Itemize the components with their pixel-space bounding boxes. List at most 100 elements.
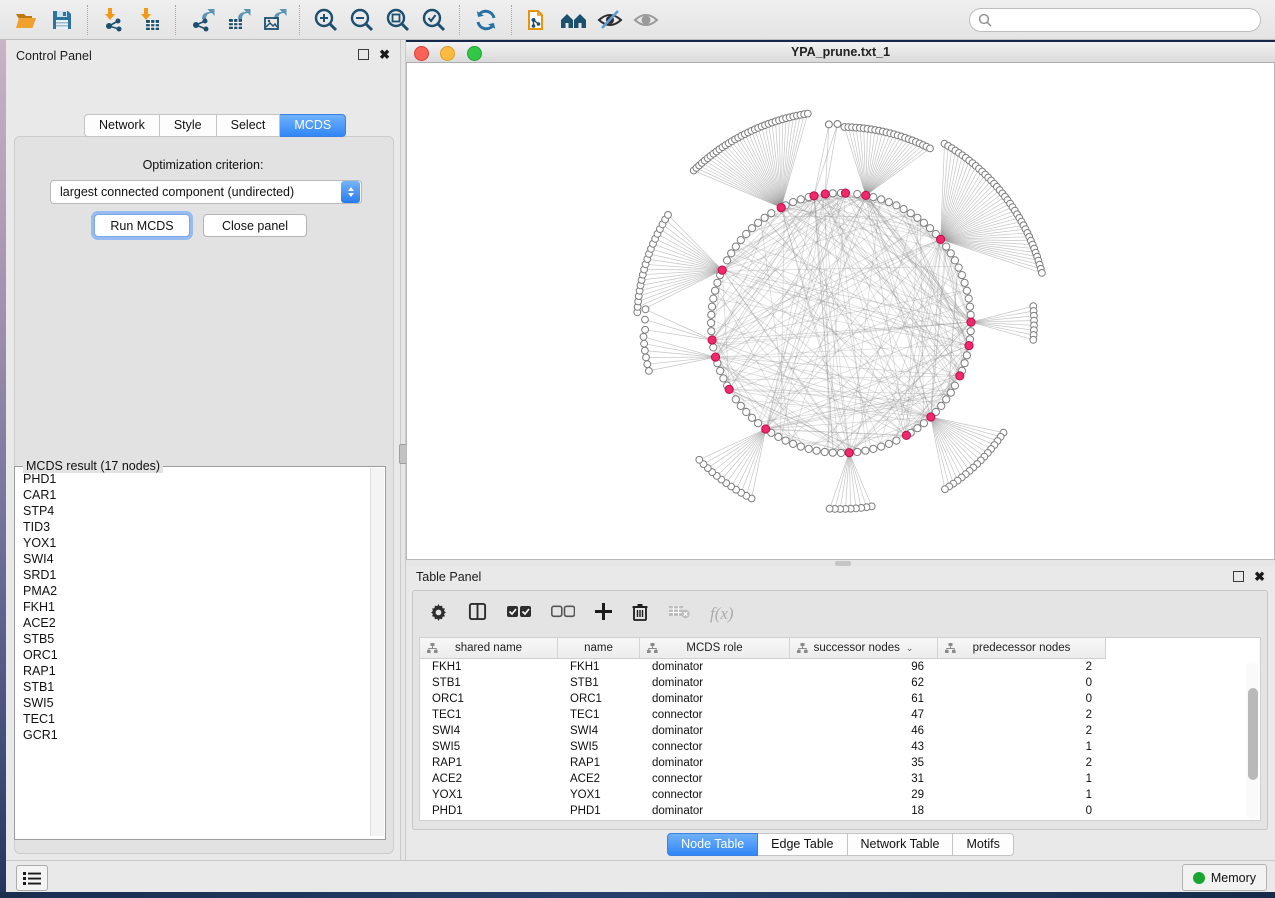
delete-column-icon[interactable] <box>632 603 648 626</box>
tab-node-table[interactable]: Node Table <box>667 833 758 856</box>
mcds-result-list[interactable]: PHD1CAR1STP4TID3YOX1SWI4SRD1PMA2FKH1ACE2… <box>16 471 368 835</box>
select-stepper-icon <box>341 181 360 203</box>
table-row[interactable]: TEC1TEC1connector472 <box>420 707 1260 723</box>
mcds-result-item[interactable]: FKH1 <box>16 599 368 615</box>
table-settings-icon[interactable] <box>429 602 448 626</box>
memory-status-icon <box>1193 872 1205 884</box>
table-panel-title: Table Panel <box>416 570 481 584</box>
hide-selected-icon[interactable] <box>592 4 628 36</box>
column-header-successor-nodes[interactable]: successor nodes⌄ <box>790 638 938 659</box>
table-row[interactable]: FKH1FKH1dominator962 <box>420 659 1260 675</box>
table-row[interactable]: ACE2ACE2connector311 <box>420 771 1260 787</box>
export-network-icon[interactable] <box>184 4 220 36</box>
cell-shared-name: YOX1 <box>420 787 558 803</box>
save-session-icon[interactable] <box>44 4 80 36</box>
column-header-predecessor-nodes[interactable]: predecessor nodes <box>938 638 1106 659</box>
cell-predecessor-nodes: 1 <box>938 771 1106 787</box>
node-table[interactable]: shared namenameMCDS rolesuccessor nodes⌄… <box>419 637 1261 821</box>
table-row[interactable]: PHD1PHD1dominator180 <box>420 803 1260 819</box>
table-row[interactable]: SWI5SWI5connector431 <box>420 739 1260 755</box>
mcds-result-item[interactable]: STB5 <box>16 631 368 647</box>
table-row[interactable]: YOX1YOX1connector291 <box>420 787 1260 803</box>
split-panel-icon[interactable] <box>468 602 487 626</box>
cell-successor-nodes: 18 <box>790 803 938 819</box>
mcds-result-item[interactable]: SWI5 <box>16 695 368 711</box>
toolbar-separator <box>175 5 177 35</box>
mcds-result-item[interactable]: PMA2 <box>16 583 368 599</box>
column-header-name[interactable]: name <box>558 638 640 659</box>
mcds-result-item[interactable]: PHD1 <box>16 471 368 487</box>
mcds-result-item[interactable]: ORC1 <box>16 647 368 663</box>
close-panel-icon[interactable]: ✖ <box>379 49 390 60</box>
import-network-icon[interactable] <box>96 4 132 36</box>
list-icon <box>23 871 41 885</box>
cell-successor-nodes: 35 <box>790 755 938 771</box>
tab-network[interactable]: Network <box>84 114 160 137</box>
mcds-result-item[interactable]: TID3 <box>16 519 368 535</box>
table-card: f(x) shared namenameMCDS rolesuccessor n… <box>412 590 1268 830</box>
export-table-icon[interactable] <box>220 4 256 36</box>
task-history-button[interactable] <box>16 865 48 891</box>
float-panel-icon[interactable] <box>358 49 369 60</box>
table-row[interactable]: RAP1RAP1dominator352 <box>420 755 1260 771</box>
mcds-result-item[interactable]: RAP1 <box>16 663 368 679</box>
table-row[interactable]: ORC1ORC1dominator610 <box>420 691 1260 707</box>
import-table-icon[interactable] <box>132 4 168 36</box>
refresh-layout-icon[interactable] <box>468 4 504 36</box>
add-column-icon[interactable] <box>595 603 612 625</box>
cell-shared-name: PHD1 <box>420 803 558 819</box>
table-row[interactable]: SWI4SWI4dominator462 <box>420 723 1260 739</box>
function-builder-icon[interactable]: f(x) <box>710 604 734 624</box>
zoom-selected-icon[interactable] <box>416 4 452 36</box>
mcds-result-item[interactable]: STP4 <box>16 503 368 519</box>
show-all-icon[interactable] <box>628 4 664 36</box>
column-header-shared-name[interactable]: shared name <box>420 638 558 659</box>
mcds-result-item[interactable]: CAR1 <box>16 487 368 503</box>
select-all-icon[interactable] <box>507 605 531 623</box>
cell-successor-nodes: 31 <box>790 771 938 787</box>
table-row[interactable]: STB1STB1dominator620 <box>420 675 1260 691</box>
open-session-icon[interactable] <box>8 4 44 36</box>
mcds-result-item[interactable]: TEC1 <box>16 711 368 727</box>
zoom-out-icon[interactable] <box>344 4 380 36</box>
cell-MCDS-role: connector <box>640 739 790 755</box>
table-scrollbar-thumb[interactable] <box>1248 688 1258 780</box>
tab-edge-table[interactable]: Edge Table <box>758 833 847 856</box>
search-input[interactable] <box>997 12 1260 28</box>
column-header-MCDS-role[interactable]: MCDS role <box>640 638 790 659</box>
run-mcds-button[interactable]: Run MCDS <box>94 214 190 237</box>
mcds-result-item[interactable]: GCR1 <box>16 727 368 743</box>
mcds-result-item[interactable]: SRD1 <box>16 567 368 583</box>
mcds-result-item[interactable]: SWI4 <box>16 551 368 567</box>
cell-successor-nodes: 62 <box>790 675 938 691</box>
mcds-result-item[interactable]: ACE2 <box>16 615 368 631</box>
zoom-in-icon[interactable] <box>308 4 344 36</box>
close-panel-button[interactable]: Close panel <box>203 214 307 237</box>
tab-mcds[interactable]: MCDS <box>280 114 346 137</box>
mcds-result-item[interactable]: YOX1 <box>16 535 368 551</box>
cell-predecessor-nodes: 0 <box>938 803 1106 819</box>
first-neighbors-icon[interactable] <box>556 4 592 36</box>
network-canvas[interactable] <box>407 63 1274 559</box>
search-box[interactable] <box>969 8 1261 32</box>
network-graph[interactable] <box>407 63 1274 559</box>
deselect-all-icon[interactable] <box>551 605 575 623</box>
network-window-titlebar[interactable]: YPA_prune.txt_1 <box>406 42 1275 63</box>
mcds-result-scrollbar[interactable] <box>370 468 384 836</box>
cell-predecessor-nodes: 1 <box>938 739 1106 755</box>
tab-style[interactable]: Style <box>160 114 217 137</box>
cell-predecessor-nodes: 2 <box>938 723 1106 739</box>
export-image-icon[interactable] <box>256 4 292 36</box>
delete-table-icon[interactable] <box>668 604 690 624</box>
clone-network-icon[interactable] <box>520 4 556 36</box>
tab-select[interactable]: Select <box>217 114 281 137</box>
tab-network-table[interactable]: Network Table <box>848 833 954 856</box>
optimization-criterion-select[interactable]: largest connected component (undirected) <box>50 180 362 204</box>
close-panel-icon[interactable]: ✖ <box>1254 571 1265 582</box>
cell-successor-nodes: 96 <box>790 659 938 675</box>
float-panel-icon[interactable] <box>1233 571 1244 582</box>
memory-button[interactable]: Memory <box>1182 864 1267 891</box>
tab-motifs[interactable]: Motifs <box>953 833 1013 856</box>
zoom-fit-icon[interactable] <box>380 4 416 36</box>
mcds-result-item[interactable]: STB1 <box>16 679 368 695</box>
